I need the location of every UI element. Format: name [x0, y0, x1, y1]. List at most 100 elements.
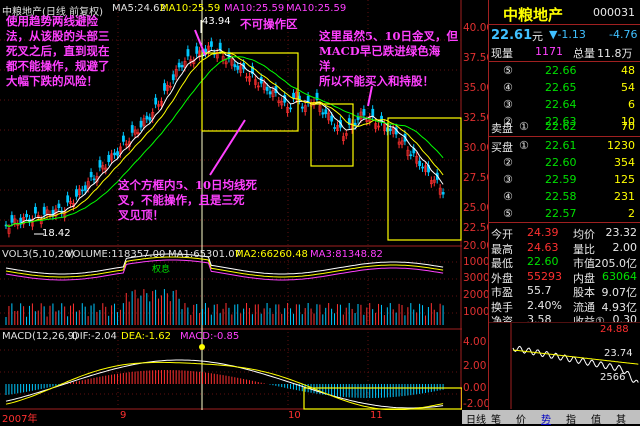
ma5-value: MA5:24.62	[112, 3, 166, 14]
stat-value: 24.63	[527, 240, 559, 254]
candle-body	[10, 215, 14, 223]
candle-body	[180, 65, 184, 68]
mini-intraday-chart	[489, 322, 640, 410]
bid-level-row[interactable]: ③ 22.59 125	[489, 172, 640, 189]
bid-level-price: 22.59	[545, 173, 577, 186]
ask-level-row[interactable]: ⑤ 22.66 48	[489, 63, 640, 80]
stat-value: 55.7	[527, 284, 552, 297]
stat-value: 2.40%	[527, 298, 562, 312]
ex-rights-marker: 权息	[152, 265, 171, 275]
bid-level-volume: 231	[614, 190, 635, 203]
candle-body	[186, 49, 190, 57]
date-label-11: 11	[370, 410, 383, 421]
bid-level-price: 22.57	[545, 207, 577, 220]
bid-level-volume: 1230	[607, 139, 635, 152]
stat-value: 24.39	[527, 226, 559, 239]
candle-body	[75, 189, 78, 197]
macd-indicator-label: MACD(12,26,9)	[2, 331, 78, 342]
price-unit: 元	[532, 30, 543, 43]
date-label-2007: 2007年	[2, 414, 38, 425]
candle-body	[42, 206, 46, 215]
bid-level-index: ③	[503, 173, 513, 186]
now-hand-value: 1171	[535, 45, 563, 58]
ma10-value: MA10:25.59	[160, 3, 221, 14]
candle-body	[409, 154, 413, 157]
candle-body	[163, 83, 166, 91]
macd-tick: 0.00	[463, 382, 487, 394]
candle-body	[418, 160, 422, 167]
bid-level-row[interactable]: ④ 22.58 231	[489, 189, 640, 206]
note-no-operate-zone: 不可操作区	[240, 17, 298, 31]
bid-level-index: ⑤	[503, 207, 513, 220]
price-change-pct: -4.76	[609, 28, 638, 41]
candle-body	[321, 112, 325, 115]
candle-body	[154, 97, 158, 105]
candle-body	[289, 107, 293, 110]
bid-level-price: 22.58	[545, 190, 577, 203]
candle-body	[145, 115, 149, 120]
annotation-arrow	[209, 119, 246, 176]
stat-value: 55293	[527, 269, 562, 283]
ask-level-index: ③	[503, 98, 513, 111]
ma10-value-c: MA10:25.59	[286, 3, 347, 14]
macd-dea-line	[5, 361, 444, 410]
candle-body	[80, 189, 84, 192]
stat-value: 2.00	[612, 240, 638, 254]
ask-level-row[interactable]: ④ 22.65 54	[489, 80, 640, 97]
decline-box	[387, 117, 462, 241]
date-label-9: 9	[120, 410, 127, 421]
candle-body	[292, 92, 295, 99]
candle-body	[139, 120, 143, 128]
volume-value: VOLUME:118357.00	[66, 249, 166, 260]
candle-body	[177, 62, 181, 68]
bid-level-price: 22.60	[545, 156, 577, 169]
bottom-tab-bar: 日线笔价势指值其	[462, 410, 640, 426]
candle-body	[130, 125, 134, 133]
candle-body	[362, 109, 366, 116]
date-label-10: 10	[288, 410, 301, 421]
kline-chart-area[interactable]: 中粮地产(日线 前复权) MA5:24.62 MA10:25.59 MA10:2…	[0, 0, 462, 425]
macd-tick: -2.00	[463, 398, 491, 410]
bid-level-row[interactable]: ① 22.61 1230	[489, 138, 640, 155]
stock-name: 中粮地产	[503, 6, 564, 24]
volume-indicator-label: VOL3(5,10,20)	[2, 249, 75, 260]
candle-body	[98, 160, 102, 168]
candle-body	[34, 206, 37, 214]
candle-body	[300, 106, 304, 109]
candle-body	[122, 135, 125, 142]
macd-tick: 4.00	[463, 336, 487, 348]
bid-level-index: ①	[519, 139, 529, 152]
low-price-label: 18.42	[42, 228, 71, 239]
bid-level-row[interactable]: ⑤ 22.57 2	[489, 206, 640, 223]
ask-level-price: 22.64	[545, 98, 577, 111]
ask-level-row[interactable]: ③ 22.64 6	[489, 97, 640, 114]
ask-level-index: ⑤	[503, 64, 513, 77]
bid-level-index: ②	[503, 156, 513, 169]
candle-body	[236, 65, 240, 70]
candle-body	[210, 41, 213, 47]
candle-body	[371, 108, 375, 117]
now-hand-label: 现量	[491, 47, 513, 60]
note-avoid-risk: 使用趋势两线避险 法，从该股的头部三 死叉之后，直到现在 都不能操作，规避了 大幅下跌的…	[6, 14, 110, 88]
peak-price-label: 43.94	[202, 16, 231, 27]
ask-level-price: 22.65	[545, 81, 577, 94]
ask-level-volume: 6	[628, 98, 635, 111]
candle-body	[330, 115, 334, 122]
stat-value: 63064	[602, 269, 637, 283]
candle-body	[25, 213, 29, 218]
candle-body	[195, 46, 199, 54]
total-value: 11.8万	[597, 47, 633, 60]
candle-body	[388, 128, 392, 132]
stat-value: 23.32	[605, 226, 638, 239]
candle-body	[233, 64, 237, 68]
quote-panel: 中粮地产 000031 22.61 元 ▼-1.13 -4.76 现量 1171…	[488, 0, 640, 424]
candle-body	[421, 166, 425, 169]
candle-body	[66, 195, 70, 203]
total-label: 总量	[573, 47, 595, 60]
bid-level-volume: 354	[614, 156, 635, 169]
bid-level-row[interactable]: ② 22.60 354	[489, 155, 640, 172]
candle-body	[57, 203, 61, 208]
ask-level-price: 22.66	[545, 64, 577, 77]
candle-body	[441, 192, 445, 195]
candle-body	[265, 86, 269, 91]
